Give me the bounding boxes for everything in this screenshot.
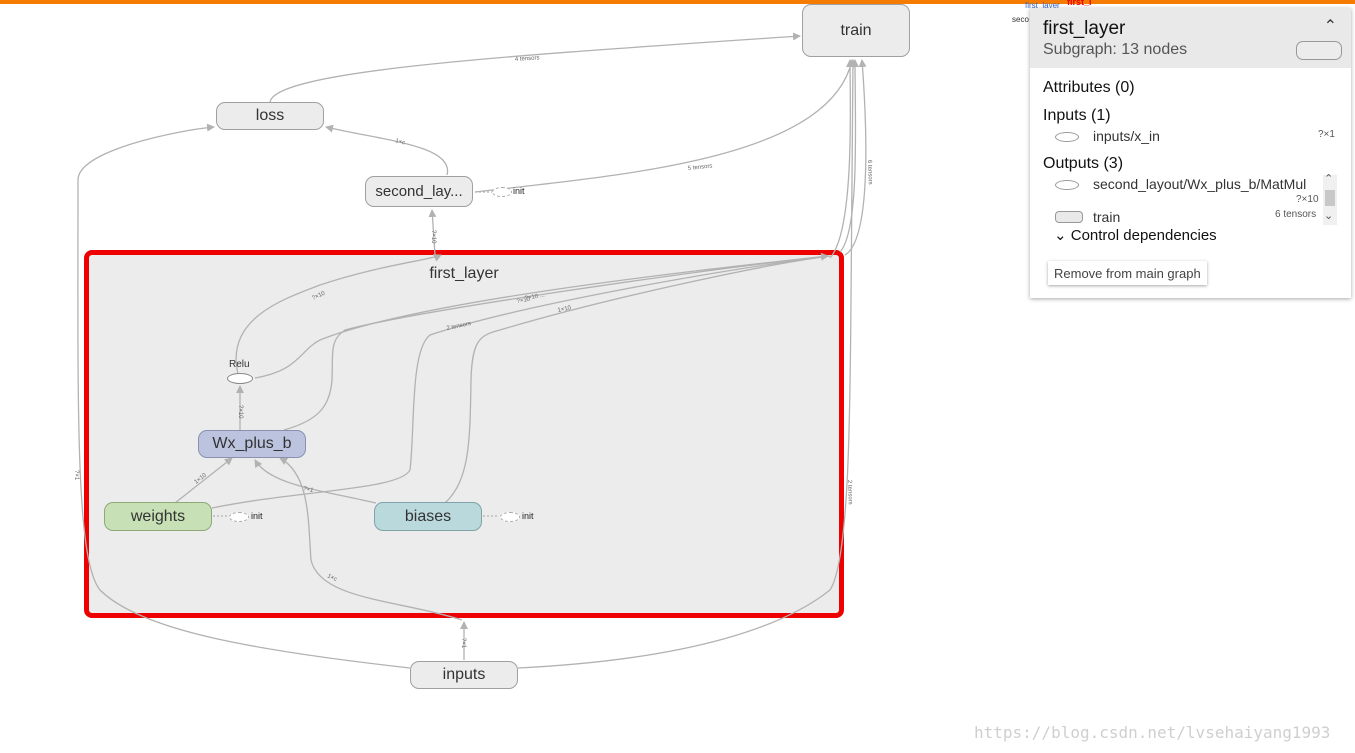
info-panel-title: first_layer [1043,18,1126,39]
init-label-second: init [513,186,525,196]
edge-loss-train [269,32,801,104]
outputs-heading: Outputs (3) [1043,155,1124,172]
node-relu-label: Relu [229,359,250,370]
edge-label-train-right: 6 tensors [866,160,873,185]
inputs-heading: Inputs (1) [1043,107,1111,124]
info-panel-header: first_layer Subgraph: 13 nodes ⌃ [1030,8,1351,68]
edge-label-relu-second: ?×10 [311,290,326,301]
node-train[interactable]: train [802,4,910,57]
outputs-scrollbar[interactable]: ⌃ ⌄ [1323,172,1337,225]
init-oval-biases[interactable] [500,512,520,522]
edge-second-train [474,59,855,193]
input-item-name[interactable]: inputs/x_in [1093,128,1160,144]
chevron-up-icon[interactable]: ⌃ [1324,16,1337,36]
edge-second-loss [325,124,449,176]
output-item-name[interactable]: second_layout/Wx_plus_b/MatMul [1093,176,1306,192]
node-loss[interactable]: loss [216,102,324,130]
info-panel-subtitle: Subgraph: 13 nodes [1043,41,1188,58]
edge-label-wx-relu: ?×10 [237,405,243,419]
node-weights[interactable]: weights [104,502,212,531]
input-oval-icon [1055,132,1079,142]
edge-label-inputs-up: ?×1 [460,638,466,649]
edge-biases-wx [254,459,377,504]
init-label-biases: init [522,511,534,521]
edge-label-biases-train: 1×10 [557,305,572,314]
attributes-heading: Attributes (0) [1043,79,1135,96]
edge-label-second-loss: 1×c [394,138,405,146]
output-item-train-shape: 6 tensors [1275,209,1317,220]
input-item-shape: ?×1 [1318,129,1335,140]
remove-from-main-graph-button[interactable]: Remove from main graph [1048,261,1207,285]
scroll-thumb[interactable] [1325,190,1335,206]
edge-group-train-3 [829,59,855,259]
edge-label-group-second: ?×10 [430,230,436,244]
edge-wx-train [283,255,831,431]
node-shape-icon [1296,41,1342,60]
scroll-down-icon[interactable]: ⌄ [1324,209,1333,222]
edge-label-loss-train: 4 tensors [515,55,540,63]
output-oval-icon [1055,180,1079,190]
output-train-icon [1055,211,1083,223]
edge-label-inputs-right: 2 tensors [846,480,853,505]
output-item-train[interactable]: train [1093,209,1120,225]
edge-inputs-loss [77,123,411,669]
node-biases[interactable]: biases [374,502,482,531]
init-oval-weights[interactable] [229,512,249,522]
output-item-shape: ?×10 [1296,194,1319,205]
edge-biases-train [444,255,831,504]
edge-weights-train [211,255,831,509]
edge-inputs-wx [279,457,463,621]
scroll-up-icon[interactable]: ⌃ [1324,172,1333,185]
watermark: https://blog.csdn.net/lvsehaiyang1993 [974,723,1331,742]
chevron-down-icon: ⌄ [1054,227,1067,244]
node-relu[interactable] [227,373,253,384]
edge-inputs-train [517,59,857,669]
node-wx-plus-b[interactable]: Wx_plus_b [198,430,306,458]
init-label-weights: init [251,511,263,521]
init-oval-second[interactable] [492,187,512,197]
control-dependencies-label: Control dependencies [1070,227,1217,244]
control-dependencies-toggle[interactable]: ⌄ Control dependencies [1054,226,1217,244]
node-second-layer[interactable]: second_lay... [365,176,473,207]
node-inputs[interactable]: inputs [410,661,518,689]
edge-relu-train [254,252,829,379]
edge-label-second-train: 5 tensors [688,163,713,172]
info-panel: first_layer Subgraph: 13 nodes ⌃ Attribu… [1030,8,1351,298]
edge-label-group-train-c: 2 tensors [446,321,471,332]
edge-label-inputs-left: ?×1 [73,470,79,481]
